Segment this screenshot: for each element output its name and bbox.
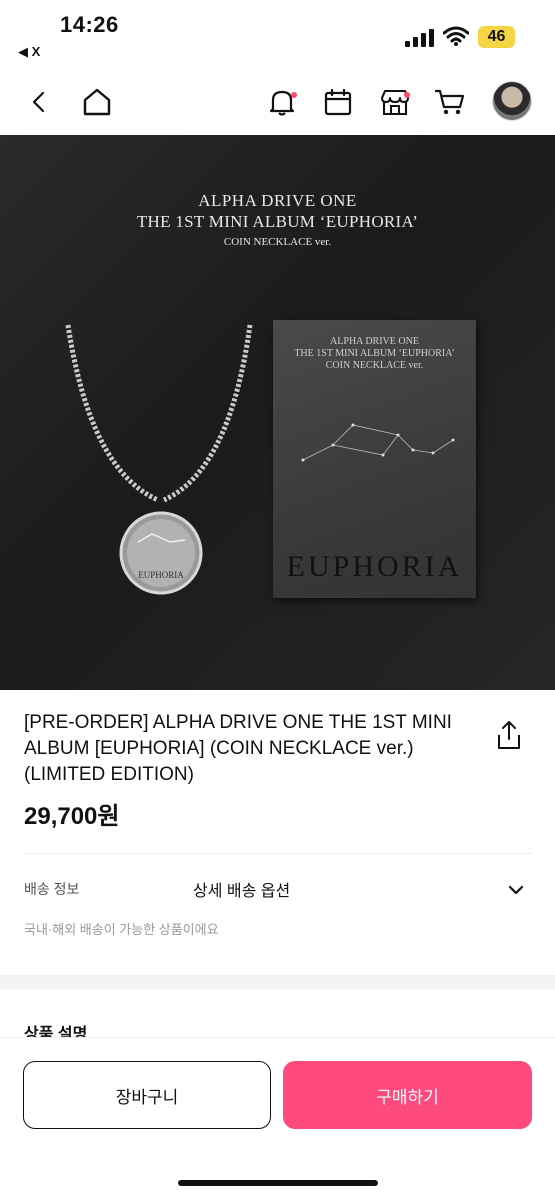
album-cover-album: THE 1ST MINI ALBUM ‘EUPHORIA’: [294, 348, 455, 359]
share-icon: [498, 721, 520, 749]
hero-album: THE 1ST MINI ALBUM ‘EUPHORIA’: [136, 212, 419, 231]
chevron-left-icon: [32, 91, 45, 113]
store-badge: [404, 92, 410, 98]
product-price: 29,700원: [24, 803, 120, 830]
shipping-note: 국내·해외 배송이 가능한 상품이에요: [24, 922, 219, 937]
status-time: 14:26: [60, 12, 119, 37]
battery-indicator: 46: [478, 26, 515, 48]
album-cover: ALPHA DRIVE ONE THE 1ST MINI ALBUM ‘EUPH…: [273, 320, 476, 598]
hero-artist: ALPHA DRIVE ONE: [198, 191, 357, 210]
constellation-graphic: [301, 423, 455, 462]
album-cover-title: EUPHORIA: [286, 550, 463, 583]
album-cover-artist: ALPHA DRIVE ONE: [330, 336, 419, 347]
wifi-icon: [443, 26, 469, 46]
section-gap: [0, 975, 555, 989]
status-bar: 14:26 ◀ X 46: [0, 0, 555, 72]
product-title: [PRE-ORDER] ALPHA DRIVE ONE THE 1ST MINI…: [24, 712, 452, 785]
notifications-button[interactable]: [262, 82, 302, 122]
notification-badge: [291, 92, 297, 98]
chevron-down-icon: [508, 885, 524, 895]
home-button[interactable]: [77, 82, 117, 122]
section-divider: [24, 853, 531, 854]
calendar-button[interactable]: [318, 82, 358, 122]
back-button[interactable]: [20, 82, 60, 122]
coin-engraving: EUPHORIA: [138, 570, 184, 580]
profile-avatar[interactable]: [492, 81, 532, 121]
add-to-cart-button[interactable]: 장바구니: [23, 1061, 271, 1129]
shipping-label: 배송 정보: [24, 881, 80, 897]
album-cover-version: COIN NECKLACE ver.: [325, 360, 424, 371]
cart-button[interactable]: [430, 82, 470, 122]
signal-icon: [405, 29, 434, 47]
buy-now-button[interactable]: 구매하기: [283, 1061, 532, 1129]
share-button[interactable]: [490, 716, 528, 754]
hero-version: COIN NECKLACE ver.: [223, 236, 332, 248]
store-button[interactable]: [375, 82, 415, 122]
shipping-expand-button[interactable]: [504, 878, 528, 902]
calendar-icon: [324, 88, 352, 116]
product-image: ALPHA DRIVE ONE THE 1ST MINI ALBUM ‘EUPH…: [0, 135, 555, 690]
bottom-action-bar: 장바구니 구매하기: [0, 1037, 555, 1200]
top-nav: [0, 72, 555, 134]
shipping-option-toggle[interactable]: 상세 배송 옵션: [193, 877, 290, 901]
home-indicator: [178, 1180, 378, 1186]
home-icon: [83, 88, 111, 116]
necklace-image: EUPHORIA: [65, 324, 253, 595]
back-to-app-link[interactable]: ◀ X: [18, 44, 40, 60]
cart-icon: [435, 89, 465, 115]
